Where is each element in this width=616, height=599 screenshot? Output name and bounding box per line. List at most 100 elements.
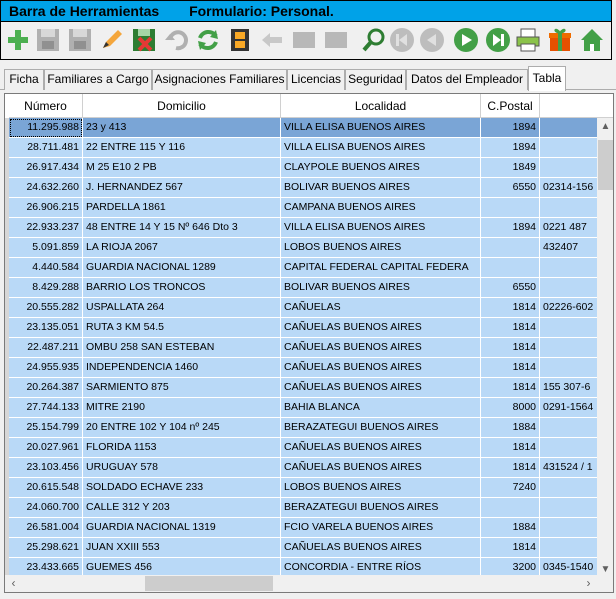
table-cell[interactable]: 8000 xyxy=(481,398,540,418)
table-cell[interactable]: 20.555.282 xyxy=(9,298,83,318)
table-cell[interactable]: 28.711.481 xyxy=(9,138,83,158)
table-cell[interactable]: 5.091.859 xyxy=(9,238,83,258)
tab-familiares-a-cargo[interactable]: Familiares a Cargo xyxy=(44,69,152,90)
table-row[interactable]: 5.091.859 LA RIOJA 2067 LOBOS BUENOS AIRES… xyxy=(5,238,613,258)
table-cell[interactable]: CALLE 312 Y 203 xyxy=(83,498,281,518)
table-cell[interactable]: M 25 E10 2 PB xyxy=(83,158,281,178)
table-cell[interactable]: 20.027.961 xyxy=(9,438,83,458)
table-cell[interactable]: VILLA ELISA BUENOS AIRES xyxy=(281,138,481,158)
tab-asignaciones-familiares[interactable]: Asignaciones Familiares xyxy=(152,69,287,90)
table-row[interactable]: 26.917.434 M 25 E10 2 PB CLAYPOLE BUENOS A… xyxy=(5,158,613,178)
table-cell[interactable]: J. HERNANDEZ 567 xyxy=(83,178,281,198)
table-cell[interactable]: 23.103.456 xyxy=(9,458,83,478)
table-row[interactable]: 8.429.288 BARRIO LOS TRONCOS BOLIVAR BUENO… xyxy=(5,278,613,298)
table-cell[interactable]: 48 ENTRE 14 Y 15 Nº 646 Dto 3 xyxy=(83,218,281,238)
table-cell[interactable]: CAÑUELAS BUENOS AIRES xyxy=(281,358,481,378)
table-cell[interactable]: 11.295.988 xyxy=(9,118,83,138)
table-cell[interactable]: LA RIOJA 2067 xyxy=(83,238,281,258)
table-cell[interactable]: 1814 xyxy=(481,378,540,398)
table-cell[interactable]: 1894 xyxy=(481,218,540,238)
tab-licencias[interactable]: Licencias xyxy=(287,69,345,90)
table-cell[interactable]: CAÑUELAS BUENOS AIRES xyxy=(281,538,481,558)
table-cell[interactable]: BAHIA BLANCA xyxy=(281,398,481,418)
table-cell[interactable]: CAÑUELAS BUENOS AIRES xyxy=(281,378,481,398)
table-cell[interactable]: CAPITAL FEDERAL CAPITAL FEDERA xyxy=(281,258,481,278)
table-cell[interactable]: 1814 xyxy=(481,358,540,378)
table-cell[interactable]: BOLIVAR BUENOS AIRES xyxy=(281,178,481,198)
table-cell[interactable]: GUARDIA NACIONAL 1319 xyxy=(83,518,281,538)
table-cell[interactable]: VILLA ELISA BUENOS AIRES xyxy=(281,118,481,138)
table-row[interactable]: 22.487.211 OMBU 258 SAN ESTEBAN CAÑUELAS B… xyxy=(5,338,613,358)
printer-button[interactable] xyxy=(513,25,543,55)
vertical-scroll-thumb[interactable] xyxy=(598,140,613,190)
table-cell[interactable]: JUAN XXIII 553 xyxy=(83,538,281,558)
table-cell[interactable]: 1884 xyxy=(481,418,540,438)
table-cell[interactable]: 22 ENTRE 115 Y 116 xyxy=(83,138,281,158)
next-record-button[interactable] xyxy=(451,25,481,55)
home-button[interactable] xyxy=(577,25,607,55)
table-cell[interactable]: 22.933.237 xyxy=(9,218,83,238)
column-header[interactable]: Domicilio xyxy=(83,94,281,118)
table-cell[interactable]: 26.917.434 xyxy=(9,158,83,178)
table-cell[interactable]: OMBU 258 SAN ESTEBAN xyxy=(83,338,281,358)
table-row[interactable]: 27.744.133 MITRE 2190 BAHIA BLANCA 8000 0291… xyxy=(5,398,613,418)
table-row[interactable]: 20.027.961 FLORIDA 1153 CAÑUELAS BUENOS AI… xyxy=(5,438,613,458)
table-row[interactable]: 23.135.051 RUTA 3 KM 54.5 CAÑUELAS BUENOS … xyxy=(5,318,613,338)
table-cell[interactable]: 1814 xyxy=(481,438,540,458)
table-cell[interactable]: 1849 xyxy=(481,158,540,178)
table-cell[interactable]: CAÑUELAS BUENOS AIRES xyxy=(281,318,481,338)
table-cell[interactable]: 20.264.387 xyxy=(9,378,83,398)
table-cell[interactable]: CAÑUELAS BUENOS AIRES xyxy=(281,338,481,358)
table-row[interactable]: 28.711.481 22 ENTRE 115 Y 116 VILLA ELISA … xyxy=(5,138,613,158)
table-cell[interactable]: MITRE 2190 xyxy=(83,398,281,418)
table-cell[interactable]: CAÑUELAS BUENOS AIRES xyxy=(281,438,481,458)
column-header[interactable]: Número xyxy=(9,94,83,118)
table-cell[interactable]: 25.154.799 xyxy=(9,418,83,438)
horizontal-scrollbar[interactable]: ‹ › xyxy=(5,575,597,592)
table-row[interactable]: 23.103.456 URUGUAY 578 CAÑUELAS BUENOS AIR… xyxy=(5,458,613,478)
table-cell[interactable]: RUTA 3 KM 54.5 xyxy=(83,318,281,338)
table-cell[interactable]: 20 ENTRE 102 Y 104 nº 245 xyxy=(83,418,281,438)
table-cell[interactable]: 7240 xyxy=(481,478,540,498)
scroll-right-icon[interactable]: › xyxy=(580,575,597,592)
table-row[interactable]: 24.060.700 CALLE 312 Y 203 BERAZATEGUI BUE… xyxy=(5,498,613,518)
table-cell[interactable]: CAMPANA BUENOS AIRES xyxy=(281,198,481,218)
table-cell[interactable]: 1814 xyxy=(481,318,540,338)
tab-tabla[interactable]: Tabla xyxy=(528,66,566,91)
last-record-button[interactable] xyxy=(483,25,513,55)
column-header[interactable]: C.Postal xyxy=(481,94,540,118)
table-cell[interactable]: BERAZATEGUI BUENOS AIRES xyxy=(281,418,481,438)
table-cell[interactable]: SOLDADO ECHAVE 233 xyxy=(83,478,281,498)
table-cell[interactable]: 1814 xyxy=(481,538,540,558)
table-cell[interactable]: 22.487.211 xyxy=(9,338,83,358)
table-cell[interactable]: INDEPENDENCIA 1460 xyxy=(83,358,281,378)
table-cell[interactable]: CLAYPOLE BUENOS AIRES xyxy=(281,158,481,178)
table-cell[interactable]: 20.615.548 xyxy=(9,478,83,498)
table-cell[interactable]: 24.955.935 xyxy=(9,358,83,378)
tab-datos-del-empleador[interactable]: Datos del Empleador xyxy=(406,69,528,90)
table-row[interactable]: 24.955.935 INDEPENDENCIA 1460 CAÑUELAS BUE… xyxy=(5,358,613,378)
horizontal-scroll-thumb[interactable] xyxy=(145,576,273,591)
column-header[interactable] xyxy=(540,94,613,118)
table-cell[interactable] xyxy=(481,198,540,218)
table-cell[interactable]: 27.744.133 xyxy=(9,398,83,418)
table-cell[interactable]: VILLA ELISA BUENOS AIRES xyxy=(281,218,481,238)
table-cell[interactable]: 4.440.584 xyxy=(9,258,83,278)
table-cell[interactable] xyxy=(481,258,540,278)
tab-ficha[interactable]: Ficha xyxy=(4,69,44,90)
table-row[interactable]: 25.154.799 20 ENTRE 102 Y 104 nº 245 BERAZ… xyxy=(5,418,613,438)
table-cell[interactable]: 8.429.288 xyxy=(9,278,83,298)
table-row[interactable]: 25.298.621 JUAN XXIII 553 CAÑUELAS BUENOS … xyxy=(5,538,613,558)
table-cell[interactable]: 1894 xyxy=(481,118,540,138)
film-button[interactable] xyxy=(225,25,255,55)
table-cell[interactable]: 25.298.621 xyxy=(9,538,83,558)
table-cell[interactable]: FLORIDA 1153 xyxy=(83,438,281,458)
table-cell[interactable]: LOBOS BUENOS AIRES xyxy=(281,238,481,258)
table-cell[interactable]: 6550 xyxy=(481,178,540,198)
edit-pencil-button[interactable] xyxy=(97,25,127,55)
refresh-button[interactable] xyxy=(193,25,223,55)
table-cell[interactable]: 1884 xyxy=(481,518,540,538)
table-cell[interactable]: BERAZATEGUI BUENOS AIRES xyxy=(281,498,481,518)
scroll-left-icon[interactable]: ‹ xyxy=(5,575,22,592)
column-header[interactable]: Localidad xyxy=(281,94,481,118)
